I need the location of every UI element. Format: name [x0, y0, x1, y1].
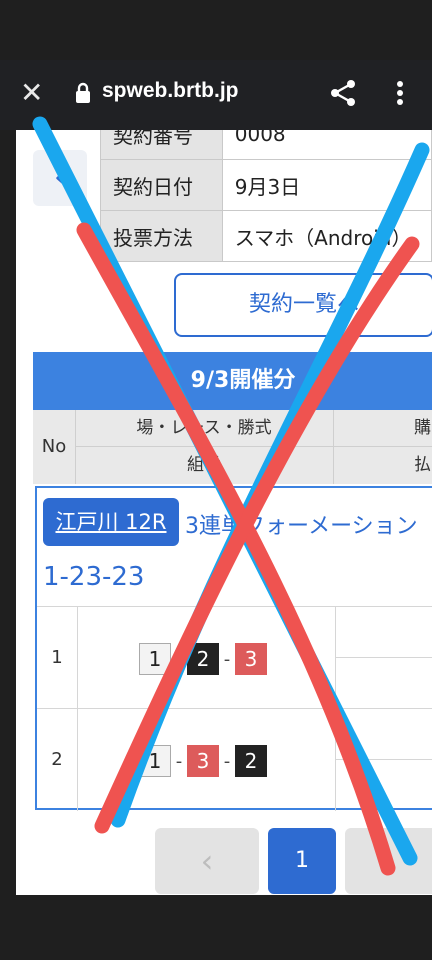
table-row: 1 1 - 2 - 3: [37, 606, 432, 709]
section-title: 9/3開催分: [33, 352, 432, 410]
more-vert-icon[interactable]: [392, 78, 408, 108]
contract-list-button[interactable]: 契約一覧へ: [174, 273, 432, 337]
info-value: 9月3日: [221, 159, 432, 211]
header-payout: 払: [414, 455, 431, 475]
boat-chip: 2: [187, 643, 219, 675]
table-header: No 場・レース・勝式 組番 購 払: [33, 410, 432, 484]
page-viewport: ‹ 契約番号 0008 契約日付 9月3日 投票方法 スマホ（Android） …: [16, 130, 432, 895]
table-row: 投票方法 スマホ（Android）: [100, 210, 432, 262]
row-number: 1: [37, 607, 78, 709]
boat-chip: 2: [235, 745, 267, 777]
row-combination: 1 - 3 - 2: [77, 709, 336, 811]
bet-block: 江戸川 12R 3連単フォーメーション 1-23-23 1 1 - 2 - 3 …: [35, 486, 432, 811]
info-value: スマホ（Android）: [221, 210, 432, 262]
header-no: No: [33, 410, 76, 484]
boat-chip: 1: [139, 643, 171, 675]
url-text[interactable]: spweb.brtb.jp: [102, 79, 239, 103]
table-row: 2 1 - 3 - 2: [37, 708, 432, 811]
info-value: 0008: [221, 130, 432, 160]
bet-type: 3連単フォーメーション: [185, 514, 418, 539]
info-key: 契約番号: [100, 130, 223, 160]
boat-chip: 3: [235, 643, 267, 675]
race-link[interactable]: 江戸川 12R: [43, 498, 179, 546]
next-page-button[interactable]: [345, 828, 432, 894]
row-combination: 1 - 2 - 3: [77, 607, 336, 709]
prev-page-button[interactable]: ‹: [155, 828, 259, 894]
share-icon[interactable]: [328, 78, 358, 108]
row-amounts: [335, 709, 432, 811]
browser-url-bar: ✕ spweb.brtb.jp: [0, 60, 432, 130]
header-purchase: 購: [334, 410, 432, 447]
bottom-bar: [0, 895, 432, 960]
current-page-button[interactable]: 1: [268, 828, 336, 894]
table-row: 契約日付 9月3日: [100, 159, 432, 211]
status-bar: [0, 0, 432, 60]
back-button[interactable]: ‹: [33, 150, 87, 206]
table-row: 契約番号 0008: [100, 130, 432, 160]
pagination: ‹ 1: [16, 826, 432, 895]
boat-chip: 1: [139, 745, 171, 777]
row-number: 2: [37, 709, 78, 811]
boat-chip: 3: [187, 745, 219, 777]
bet-combo: 1-23-23: [43, 562, 145, 592]
row-amounts: [335, 607, 432, 709]
header-place-race-type: 場・レース・勝式: [75, 410, 334, 447]
header-combination: 組番: [75, 447, 334, 484]
lock-icon: [76, 82, 90, 103]
info-key: 投票方法: [100, 210, 223, 262]
contract-info-table: 契約番号 0008 契約日付 9月3日 投票方法 スマホ（Android）: [100, 130, 432, 262]
info-key: 契約日付: [100, 159, 223, 211]
close-icon[interactable]: ✕: [20, 78, 46, 108]
